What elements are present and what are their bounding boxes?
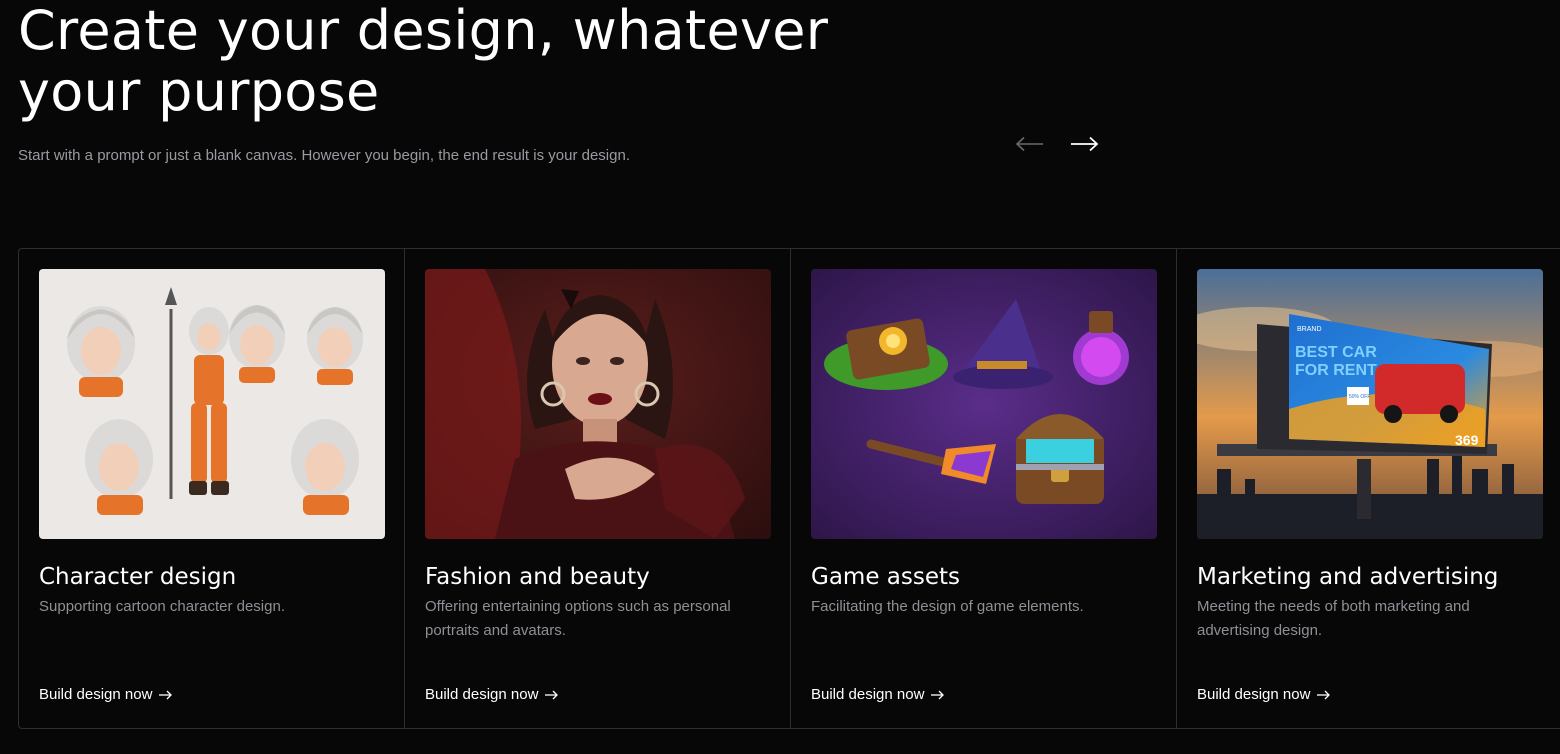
card-marketing-and-advertising[interactable]: BRAND BEST CAR FOR RENT 50% OFF 369 Mark… xyxy=(1177,249,1560,728)
billboard-brand: BRAND xyxy=(1297,326,1322,333)
card-description: Meeting the needs of both marketing and … xyxy=(1197,598,1470,639)
arrow-right-icon xyxy=(1071,136,1099,152)
card-description: Facilitating the design of game elements… xyxy=(811,598,1084,615)
character-design-image xyxy=(39,269,385,539)
card-title: Marketing and advertising xyxy=(1197,564,1499,590)
page-subtitle: Start with a prompt or just a blank canv… xyxy=(18,147,630,164)
carousel-nav xyxy=(1013,128,1101,160)
cta-label: Build design now xyxy=(39,686,153,703)
build-design-now-link[interactable]: Build design now xyxy=(425,686,559,703)
carousel-next-button[interactable] xyxy=(1067,128,1101,160)
arrow-right-icon xyxy=(545,690,559,699)
card-game-assets[interactable]: Game assets Facilitating the design of g… xyxy=(791,249,1177,728)
arrow-right-icon xyxy=(931,690,945,699)
billboard-badge: 50% OFF xyxy=(1349,394,1370,400)
card-title: Character design xyxy=(39,564,237,590)
billboard-image: BRAND BEST CAR FOR RENT 50% OFF 369 xyxy=(1197,269,1543,539)
arrow-left-icon xyxy=(1015,136,1043,152)
cta-label: Build design now xyxy=(811,686,925,703)
cta-label: Build design now xyxy=(425,686,539,703)
game-assets-image xyxy=(811,269,1157,539)
carousel-prev-button[interactable] xyxy=(1013,128,1047,160)
billboard-headline-2: FOR RENT xyxy=(1295,362,1377,379)
arrow-right-icon xyxy=(159,690,173,699)
card-description: Supporting cartoon character design. xyxy=(39,598,285,615)
card-title: Fashion and beauty xyxy=(425,564,650,590)
billboard-price: 369 xyxy=(1455,432,1479,448)
page: Create your design, whatever your purpos… xyxy=(0,0,1560,754)
page-title: Create your design, whatever your purpos… xyxy=(18,0,829,123)
billboard-headline-1: BEST CAR xyxy=(1295,344,1377,361)
card-fashion-and-beauty[interactable]: Fashion and beauty Offering entertaining… xyxy=(405,249,791,728)
build-design-now-link[interactable]: Build design now xyxy=(1197,686,1331,703)
card-title: Game assets xyxy=(811,564,960,590)
build-design-now-link[interactable]: Build design now xyxy=(811,686,945,703)
fashion-portrait-image xyxy=(425,269,771,539)
use-case-carousel: Character design Supporting cartoon char… xyxy=(18,248,1560,729)
cta-label: Build design now xyxy=(1197,686,1311,703)
build-design-now-link[interactable]: Build design now xyxy=(39,686,173,703)
arrow-right-icon xyxy=(1317,690,1331,699)
card-character-design[interactable]: Character design Supporting cartoon char… xyxy=(19,249,405,728)
card-description: Offering entertaining options such as pe… xyxy=(425,598,731,639)
